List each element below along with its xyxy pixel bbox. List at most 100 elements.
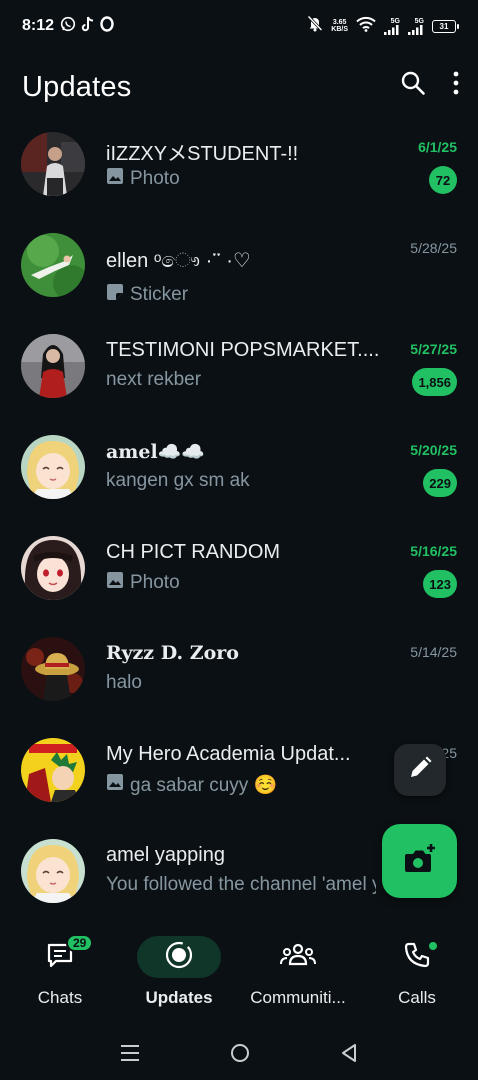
nav-label: Calls (398, 988, 436, 1007)
notification-icons (60, 15, 114, 37)
nav-icon-container (256, 936, 340, 978)
unread-badge: 229 (423, 469, 457, 497)
avatar[interactable] (21, 637, 85, 701)
net-speed-unit: KB/S (331, 26, 348, 33)
avatar[interactable] (21, 738, 85, 802)
channel-name: My Hero Academia Updat... (106, 743, 351, 765)
bottom-nav: 29 Chats Updates Communiti... Calls (0, 922, 478, 1030)
channel-name: TESTIMONI POPSMARKET.... (106, 339, 380, 361)
channel-name: CH PICT RANDOM (106, 541, 281, 563)
last-message: kangen gx sm ak (106, 470, 250, 492)
calls-icon (404, 942, 430, 973)
calls-indicator-dot (429, 942, 437, 950)
last-message-text: Photo (130, 572, 180, 593)
last-message: next rekber (106, 369, 201, 391)
channel-list: iIZZXYメSTUDENT-!! Photo 6/1/25 72 ellen … (0, 124, 478, 932)
avatar[interactable] (21, 132, 85, 196)
update-date: 5/14/25 (410, 644, 457, 660)
last-message: Photo (106, 167, 180, 191)
nav-label: Updates (145, 988, 213, 1007)
update-date: 5/27/25 (410, 341, 457, 357)
update-date: 6/1/25 (418, 139, 457, 155)
nav-label: Communiti... (250, 988, 346, 1007)
unread-badge: 123 (423, 570, 457, 598)
chats-badge: 29 (66, 934, 94, 952)
tiktok-icon (81, 16, 95, 37)
home-icon[interactable] (230, 1043, 250, 1068)
avatar[interactable] (21, 334, 85, 398)
new-text-status-button[interactable] (394, 744, 446, 796)
unread-badge: 72 (429, 166, 457, 194)
communities-icon (280, 942, 316, 973)
channel-name: amel☁️☁️ (106, 441, 206, 463)
signal-2-label: 5G (414, 17, 424, 25)
last-message-text: ga sabar cuyy ☺️ (130, 775, 278, 796)
list-item[interactable]: CH PICT RANDOM Photo 5/16/25 123 (0, 528, 478, 629)
avatar[interactable] (21, 233, 85, 297)
last-message-text: You followed the channel 'amel yapping' (106, 874, 376, 895)
last-message-text: Photo (130, 168, 180, 189)
update-date: 5/20/25 (410, 442, 457, 458)
last-message-text: Sticker (130, 284, 189, 305)
update-date: 5/28/25 (410, 240, 457, 256)
search-icon[interactable] (400, 70, 426, 101)
unread-badge: 1,856 (412, 368, 457, 396)
channel-name: iIZZXYメSTUDENT-!! (106, 143, 299, 165)
signal-1-label: 5G (390, 17, 400, 25)
list-item[interactable]: amel☁️☁️ kangen gx sm ak 5/20/25 229 (0, 427, 478, 528)
list-item[interactable]: iIZZXYメSTUDENT-!! Photo 6/1/25 72 (0, 124, 478, 225)
mute-icon (307, 15, 323, 37)
last-message: Photo (106, 571, 180, 595)
whatsapp-icon (60, 16, 76, 37)
nav-item-communities[interactable]: Communiti... (238, 936, 358, 1008)
nav-icon-container (137, 936, 221, 978)
header-actions (400, 70, 460, 101)
last-message: Sticker (106, 283, 188, 307)
nav-icon-container (375, 936, 459, 978)
page-title: Updates (22, 70, 132, 103)
wifi-icon (356, 16, 376, 37)
battery-level: 31 (439, 21, 449, 31)
nav-label: Chats (37, 988, 83, 1007)
camera-add-icon (404, 843, 436, 879)
more-options-icon[interactable] (452, 70, 460, 101)
new-camera-status-button[interactable] (382, 824, 457, 898)
sticker-icon (106, 283, 124, 307)
updates-icon (164, 940, 194, 975)
list-item[interactable]: Ryzz D. Zoro halo 5/14/25 (0, 629, 478, 730)
nav-icon-container: 29 (18, 934, 102, 978)
photo-icon (106, 571, 124, 595)
signal-2: 5G (408, 18, 424, 35)
net-speed-value: 3.65 (332, 19, 347, 26)
last-message: You followed the channel 'amel yapping' (106, 874, 376, 896)
avatar[interactable] (21, 839, 85, 903)
status-bar: 8:12 3.65 KB/S 5G 5G 31 (0, 0, 478, 52)
avatar[interactable] (21, 536, 85, 600)
menu-icon[interactable] (120, 1044, 140, 1067)
status-right-icons: 3.65 KB/S 5G 5G 31 (307, 15, 459, 37)
back-icon[interactable] (340, 1043, 358, 1068)
list-item[interactable]: ellen ᵒෞ ·་་ ·♡ Sticker 5/28/25 (0, 225, 478, 326)
avatar[interactable] (21, 435, 85, 499)
nav-item-updates[interactable]: Updates (119, 936, 239, 1008)
opera-icon (100, 15, 114, 37)
last-message-text: kangen gx sm ak (106, 470, 250, 491)
last-message: halo (106, 672, 142, 694)
last-message-text: halo (106, 672, 142, 693)
signal-1: 5G (384, 18, 400, 35)
channel-name: amel yapping (106, 844, 225, 866)
list-item[interactable]: TESTIMONI POPSMARKET.... next rekber 5/2… (0, 326, 478, 427)
signal-icon (408, 24, 423, 35)
photo-icon (106, 167, 124, 191)
status-time: 8:12 (22, 17, 55, 34)
system-navigation-bar (0, 1030, 478, 1080)
update-date: 5/16/25 (410, 543, 457, 559)
app-header: Updates (0, 52, 478, 122)
nav-item-chats[interactable]: 29 Chats (0, 934, 120, 1008)
pencil-icon (407, 755, 433, 786)
channel-name: Ryzz D. Zoro (106, 642, 239, 664)
nav-item-calls[interactable]: Calls (357, 936, 477, 1008)
photo-icon (106, 773, 124, 797)
battery-icon: 31 (432, 19, 459, 33)
last-message: ga sabar cuyy ☺️ (106, 773, 277, 797)
